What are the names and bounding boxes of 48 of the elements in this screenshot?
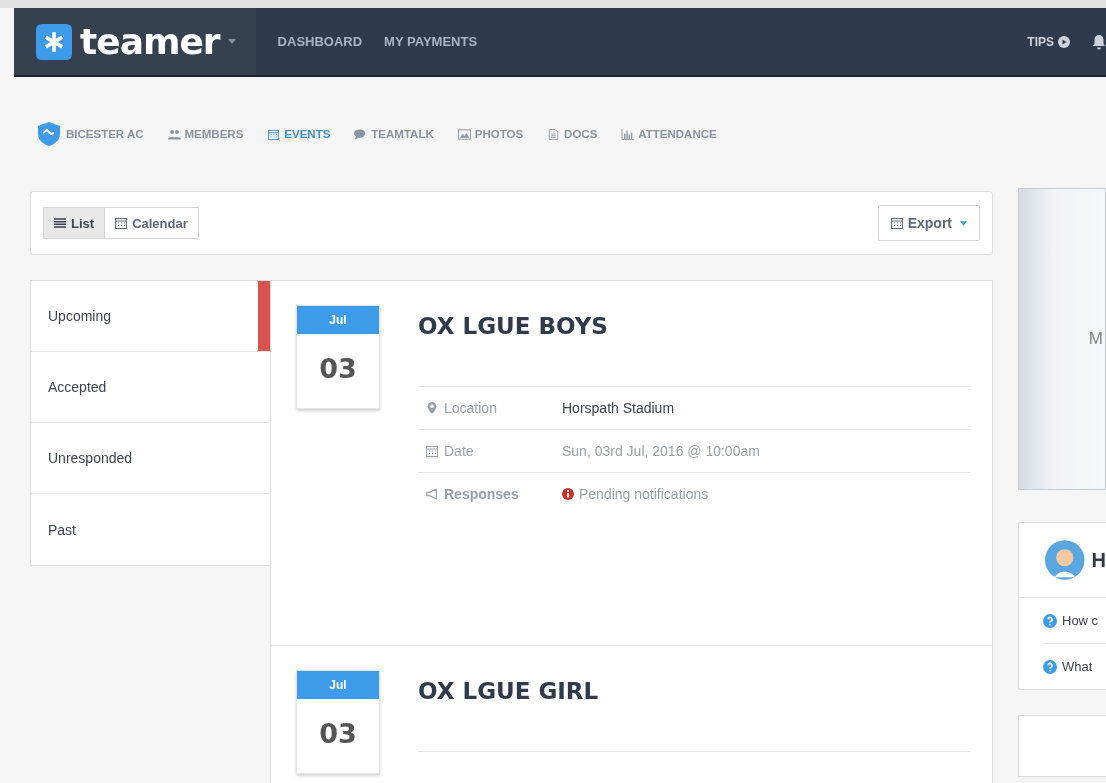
megaphone-icon [426,488,438,500]
export-button[interactable]: Export [877,205,980,241]
view-toggle-button[interactable]: Calendar [105,207,199,239]
nav-link[interactable]: MY PAYMENTS [384,34,478,49]
detail-value: Pending notifications [579,486,709,502]
picture-icon [457,128,471,140]
bar-chart-icon [621,128,635,140]
question-icon [1043,613,1057,628]
calendar-icon [890,217,903,229]
info-icon [562,488,574,500]
map-pin-icon [426,402,438,414]
play-circle-icon [1058,35,1070,48]
calendar-icon [267,128,281,140]
detail-value: Horspath Stadium [562,400,675,416]
avatar-icon [1045,538,1085,582]
speech-bubbles-icon [354,128,368,140]
event-title[interactable]: OX LGUE GIRL [418,670,970,751]
people-icon [167,128,181,140]
logo-text: teamer [80,23,220,60]
help-link[interactable]: What [1043,644,1106,689]
question-icon [1043,659,1057,674]
detail-value: Sun, 03rd Jul, 2016 @ 10:00am [562,443,760,459]
filter-item[interactable]: Past [31,494,270,565]
detail-label: Location [444,400,497,416]
shield-icon [38,122,60,146]
caret-icon [960,220,967,226]
nav-link[interactable]: DASHBOARD [277,34,363,49]
month-label: Jul [297,671,379,699]
logo-area[interactable]: teamer [14,8,256,75]
event-title[interactable]: OX LGUE BOYS [418,305,970,386]
star-logo-icon [36,23,72,60]
document-icon [547,128,561,140]
promo-text: M [1088,329,1104,349]
month-label: Jul [297,306,379,334]
tips-link[interactable]: TIPS [1027,34,1054,49]
filter-item[interactable]: Upcoming [31,281,270,352]
view-toggle-button[interactable]: List [43,207,106,239]
calendar-icon [426,445,438,457]
help-title: H [1091,548,1106,572]
list-icon [54,217,66,229]
help-link[interactable]: How c [1043,598,1106,644]
calendar-icon [115,217,128,229]
bell-icon[interactable] [1092,33,1106,50]
detail-label: Responses [444,486,519,502]
day-number: 03 [318,717,358,751]
detail-label: Date [444,443,474,459]
caret-icon [227,39,236,44]
day-number: 03 [318,352,358,386]
